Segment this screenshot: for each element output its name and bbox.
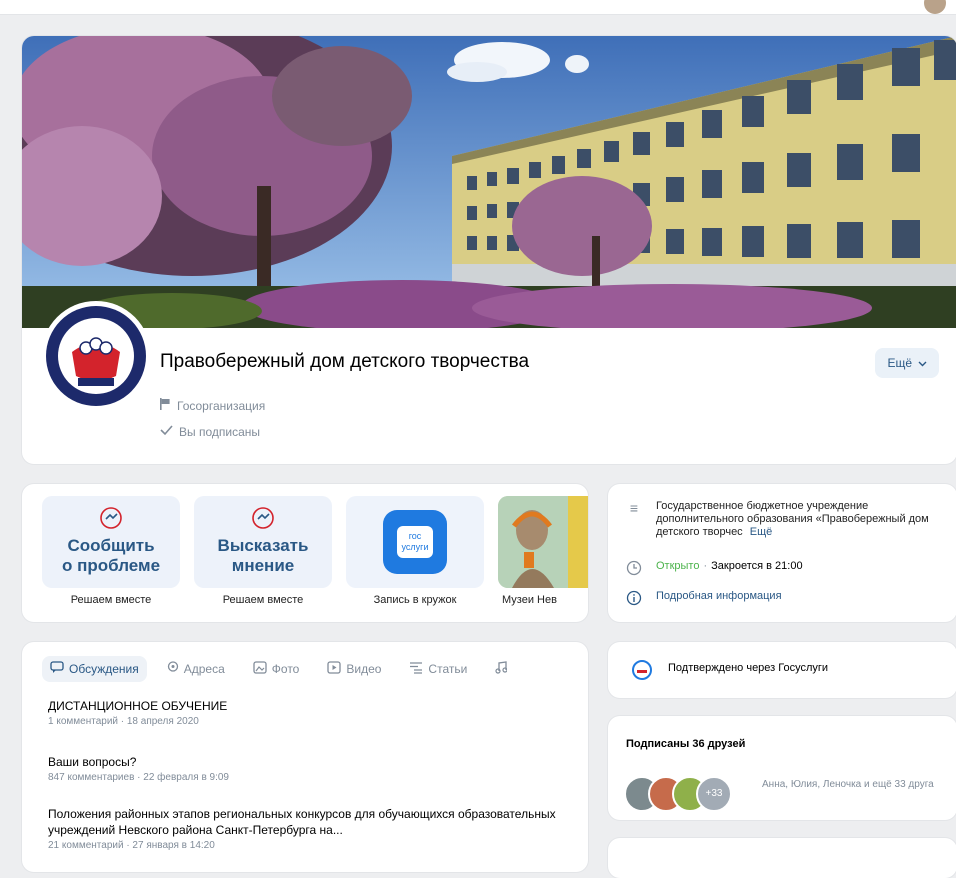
report-problem-icon	[100, 507, 122, 529]
group-title: Правобережный дом детского творчества	[160, 351, 530, 372]
subscription-status-label: Вы подписаны	[179, 424, 260, 439]
group-info-card: ≡ Государственное бюджетное учреждение д…	[608, 484, 956, 622]
tab-music[interactable]	[487, 656, 515, 682]
discussion-title: Положения районных этапов региональных к…	[48, 807, 556, 837]
tab-discussions[interactable]: Обсуждения	[42, 656, 147, 682]
video-icon	[327, 661, 342, 677]
discussion-item[interactable]: Положения районных этапов региональных к…	[48, 806, 568, 851]
details-link[interactable]: Подробная информация	[656, 590, 782, 606]
discussion-meta: 847 комментариев · 22 февраля в 9:09	[48, 772, 229, 783]
group-type-label: Госорганизация	[177, 398, 266, 413]
gosuslugi-icon	[632, 660, 652, 680]
verification-label: Подтверждено через Госуслуги	[668, 662, 829, 674]
top-navigation-bar	[0, 0, 956, 15]
museum-bust-image	[498, 496, 588, 588]
more-friends-count[interactable]: +33	[696, 776, 732, 812]
description-more-link[interactable]: Ещё	[750, 526, 773, 538]
gosuslugi-badge-line2: услуги	[401, 542, 429, 552]
service-share-opinion[interactable]: Высказать мнение	[194, 496, 332, 588]
chevron-down-icon	[918, 356, 927, 370]
info-icon	[626, 590, 642, 606]
more-button[interactable]: Ещё	[875, 348, 939, 378]
flag-icon	[160, 398, 171, 413]
check-icon	[160, 424, 173, 439]
service-title-line2: о проблеме	[61, 556, 161, 575]
friends-card[interactable]: Подписаны 36 друзей +33 Анна, Юлия, Лено…	[608, 716, 956, 820]
gosuslugi-app-icon: гос услуги	[383, 510, 447, 574]
discussion-meta: 1 комментарий · 18 апреля 2020	[48, 716, 199, 727]
service-report-problem[interactable]: Сообщить о проблеме	[42, 496, 180, 588]
group-logo[interactable]	[44, 304, 148, 408]
tab-photos[interactable]: Фото	[245, 656, 308, 682]
article-icon	[409, 661, 423, 677]
tab-label: Статьи	[428, 662, 468, 676]
tab-label: Видео	[346, 662, 382, 676]
service-caption: Решаем вместе	[70, 594, 152, 606]
service-title-line1: Высказать	[217, 536, 309, 555]
discussion-item[interactable]: Ваши вопросы? 847 комментариев · 22 февр…	[48, 754, 568, 783]
closing-time: Закроется в 21:00	[711, 560, 803, 572]
user-avatar[interactable]	[924, 0, 946, 14]
discussion-title: Ваши вопросы?	[48, 755, 137, 769]
hours-row: Открыто · Закроется в 21:00	[626, 560, 803, 576]
group-header-card: Правобережный дом детского творчества Го…	[22, 36, 956, 464]
subscription-status-row[interactable]: Вы подписаны	[160, 424, 260, 439]
gosuslugi-badge-line1: гос	[408, 531, 422, 541]
verification-card[interactable]: Подтверждено через Госуслуги	[608, 642, 956, 698]
music-note-icon	[495, 661, 508, 677]
service-museums[interactable]	[498, 496, 588, 588]
service-title-line2: мнение	[231, 556, 295, 575]
tab-videos[interactable]: Видео	[319, 656, 389, 682]
tab-articles[interactable]: Статьи	[401, 656, 475, 682]
friends-title: Подписаны 36 друзей	[626, 738, 746, 750]
content-tabs: Обсуждения Адреса Фото Видео Статьи	[42, 656, 515, 682]
service-caption: Музеи Нев	[502, 594, 557, 606]
description-icon: ≡	[629, 500, 639, 516]
tab-label: Фото	[271, 662, 300, 676]
tab-label: Обсуждения	[69, 662, 139, 676]
share-opinion-icon	[252, 507, 274, 529]
discussion-icon	[50, 661, 64, 677]
open-status: Открыто	[656, 560, 700, 572]
services-card: Сообщить о проблеме Решаем вместе Высказ…	[22, 484, 588, 622]
bottom-card	[608, 838, 956, 878]
description-row: ≡ Государственное бюджетное учреждение д…	[626, 500, 936, 539]
discussion-item[interactable]: ДИСТАНЦИОННОЕ ОБУЧЕНИЕ 1 комментарий · 1…	[48, 698, 568, 727]
discussion-meta: 21 комментарий · 27 января в 14:20	[48, 840, 215, 851]
clock-icon	[626, 560, 642, 576]
tab-label: Адреса	[183, 662, 225, 676]
discussions-card: Обсуждения Адреса Фото Видео Статьи ДИСТ…	[22, 642, 588, 872]
group-type-row: Госорганизация	[160, 398, 265, 413]
cover-photo[interactable]	[22, 36, 956, 328]
more-button-label: Ещё	[887, 356, 912, 370]
service-title-line1: Сообщить	[67, 536, 155, 555]
service-caption: Решаем вместе	[222, 594, 304, 606]
service-caption: Запись в кружок	[373, 594, 457, 606]
description-text: Государственное бюджетное учреждение доп…	[656, 500, 929, 538]
discussion-title: ДИСТАНЦИОННОЕ ОБУЧЕНИЕ	[48, 699, 228, 713]
service-gosuslugi-enrollment[interactable]: гос услуги	[346, 496, 484, 588]
tab-addresses[interactable]: Адреса	[159, 656, 233, 682]
details-row[interactable]: Подробная информация	[626, 590, 782, 606]
photo-icon	[253, 661, 267, 677]
friends-names: Анна, Юлия, Леночка и ещё 33 друга	[762, 779, 934, 790]
location-pin-icon	[167, 660, 179, 678]
